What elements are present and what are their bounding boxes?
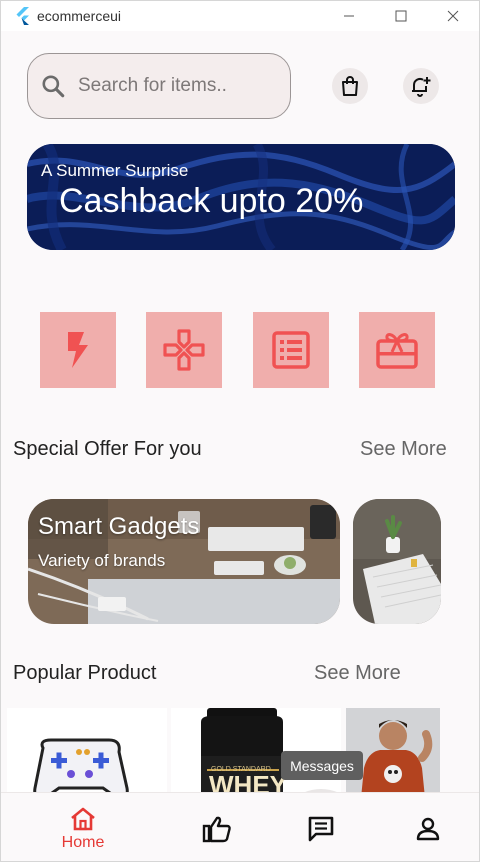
gamepad-icon [163,329,205,371]
search-bar[interactable] [27,53,291,119]
search-icon [42,75,65,98]
flutter-logo-icon [16,7,29,25]
maximize-button[interactable] [375,1,427,31]
popular-see-more-link[interactable]: See More [314,662,401,685]
home-icon [71,807,95,830]
nav-home-label: Home [61,833,105,851]
shopping-bag-icon [342,76,358,96]
banner-title: Cashback upto 20% [59,182,364,220]
popular-product-title: Popular Product [13,662,157,684]
thumb-up-icon [202,816,231,842]
cart-button[interactable] [332,68,368,104]
window-title: ecommerceui [37,8,122,24]
notification-add-icon [412,77,431,97]
category-game[interactable] [146,312,222,388]
flash-icon [68,332,88,368]
offer-card-smart-gadgets[interactable]: Smart Gadgets Variety of brands [28,499,340,624]
title-bar: ecommerceui [1,1,479,31]
chat-icon [308,816,334,841]
minimize-icon [344,15,354,17]
nav-messages[interactable] [301,793,341,861]
minimize-button[interactable] [323,1,375,31]
special-offer-title: Special Offer For you [13,438,202,460]
keyboard-plant-image [353,499,441,624]
search-input[interactable] [78,75,268,97]
special-offer-see-more-link[interactable]: See More [360,438,447,461]
gift-icon [376,333,418,369]
offer-card-subtitle: Variety of brands [38,551,166,570]
nav-profile[interactable] [408,793,448,861]
notifications-button[interactable] [403,68,439,104]
close-icon [447,10,459,22]
category-gift[interactable] [359,312,435,388]
app-window: ecommerceui Search for items.. A Summer … [0,0,480,862]
promo-banner[interactable]: A Summer Surprise Cashback upto 20% [27,144,455,250]
messages-tooltip: Messages [281,751,363,780]
close-button[interactable] [427,1,479,31]
category-bill[interactable] [253,312,329,388]
nav-favourites[interactable] [197,793,237,861]
maximize-icon [395,10,407,22]
bill-icon [272,331,310,369]
nav-home[interactable]: Home [47,793,119,861]
category-flash-deal[interactable] [40,312,116,388]
offer-card-second[interactable] [353,499,441,624]
person-icon [416,817,440,840]
banner-subtitle: A Summer Surprise [41,161,189,180]
bottom-navigation: Home [1,792,479,861]
offer-card-title: Smart Gadgets [38,513,200,540]
